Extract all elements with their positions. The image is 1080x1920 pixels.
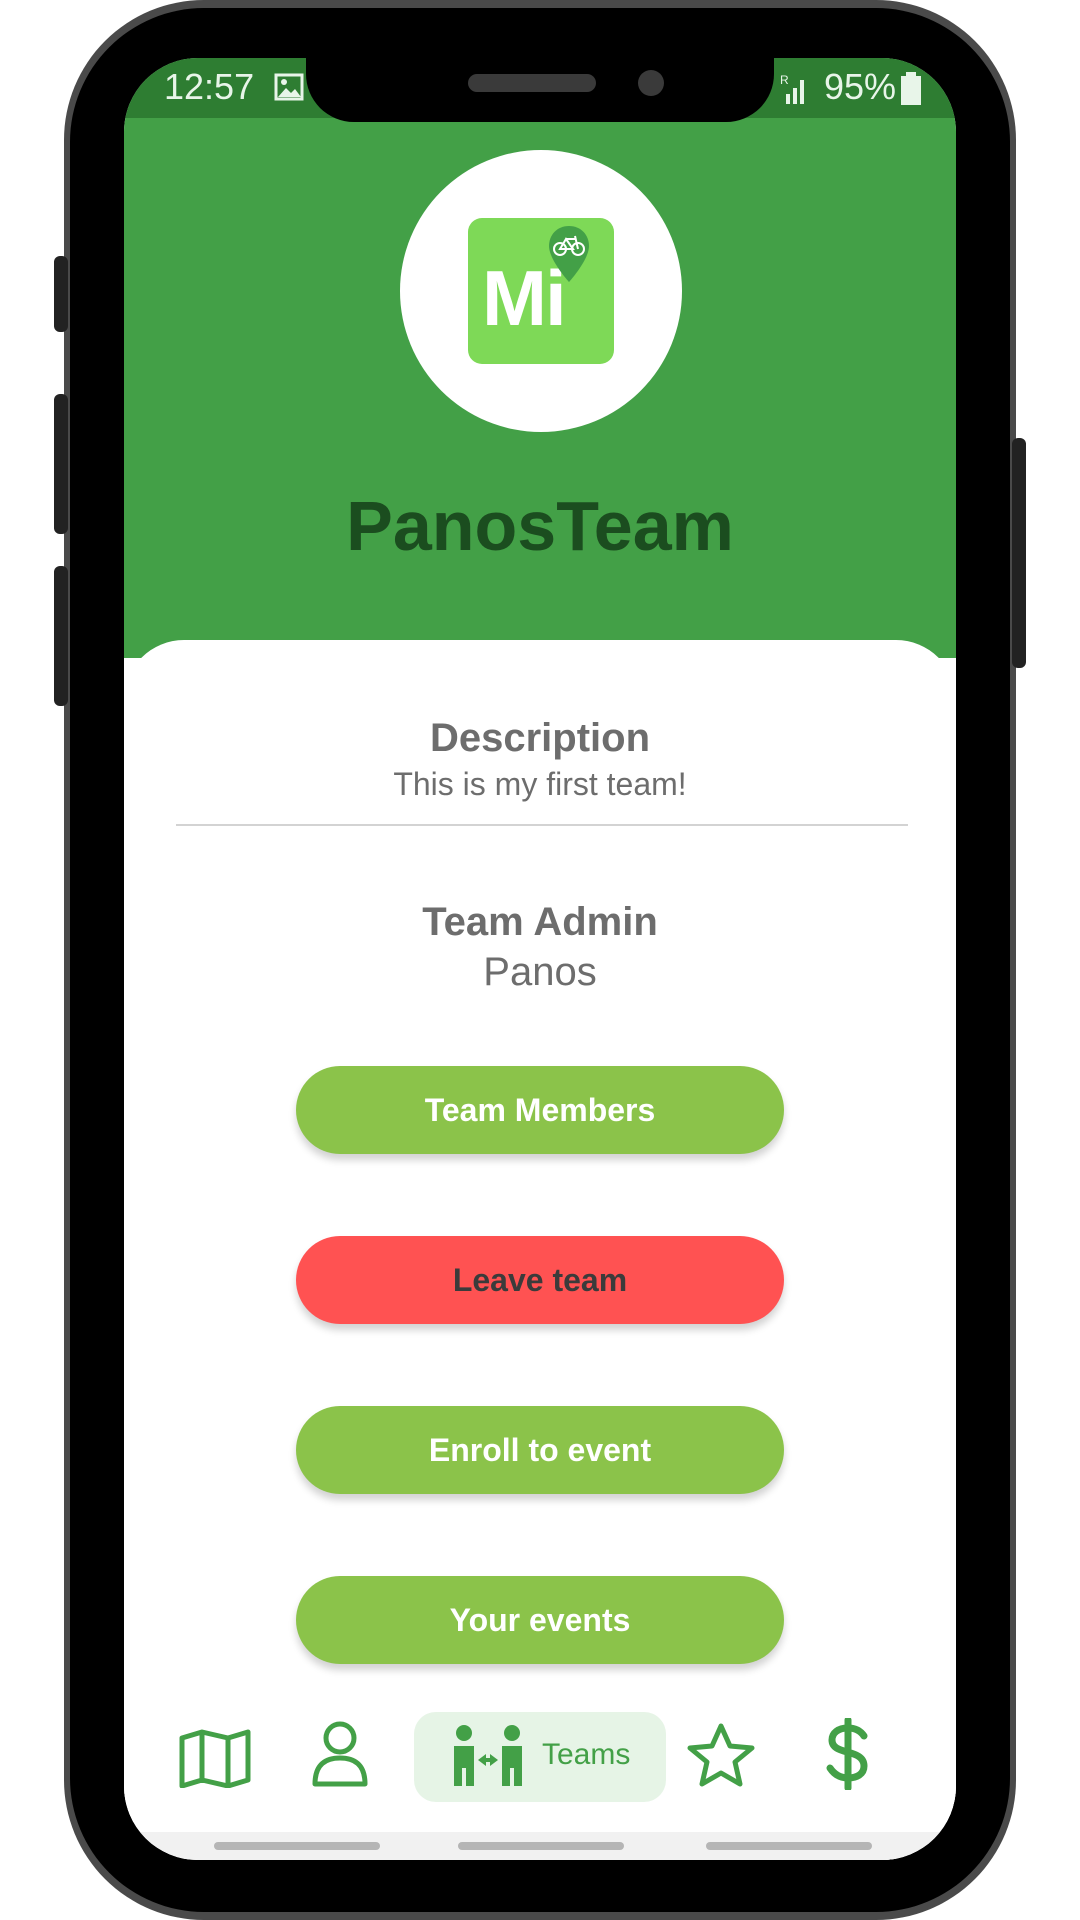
power-button [1012, 438, 1026, 668]
status-time: 12:57 [164, 66, 255, 107]
teams-icon[interactable] [450, 1724, 526, 1790]
leave-team-button[interactable]: Leave team [296, 1236, 784, 1324]
volume-down-button [54, 566, 68, 706]
your-events-button[interactable]: Your events [296, 1576, 784, 1664]
signal-icon: R [780, 73, 804, 104]
gesture-line [458, 1842, 624, 1850]
bottom-navigation: Teams [124, 1698, 956, 1832]
divider [176, 824, 908, 826]
team-admin-label: Team Admin [422, 900, 658, 944]
volume-up-button [54, 394, 68, 534]
team-members-button[interactable]: Team Members [296, 1066, 784, 1154]
side-button [54, 256, 68, 332]
map-icon[interactable] [178, 1728, 252, 1788]
gesture-line [214, 1842, 380, 1850]
gesture-line [706, 1842, 872, 1850]
bike-location-pin-icon [549, 226, 589, 282]
nav-label-teams: Teams [542, 1738, 631, 1771]
team-admin-name: Panos [483, 950, 597, 994]
enroll-to-event-button[interactable]: Enroll to event [296, 1406, 784, 1494]
battery-percent: 95% [824, 66, 897, 107]
description-label: Description [429, 716, 651, 760]
description-text: This is my first team! [393, 766, 687, 802]
svg-text:R: R [780, 73, 789, 87]
dollar-icon[interactable] [824, 1718, 872, 1790]
battery-icon [901, 72, 921, 105]
team-name: PanosTeam [346, 487, 734, 565]
user-icon[interactable] [310, 1720, 370, 1788]
screen: 12:57 R 95% Mi PanosTeam Description Thi… [124, 58, 956, 1860]
speaker [468, 74, 596, 92]
image-notification-icon [274, 73, 304, 101]
front-camera [638, 70, 664, 96]
star-icon[interactable] [686, 1722, 756, 1788]
